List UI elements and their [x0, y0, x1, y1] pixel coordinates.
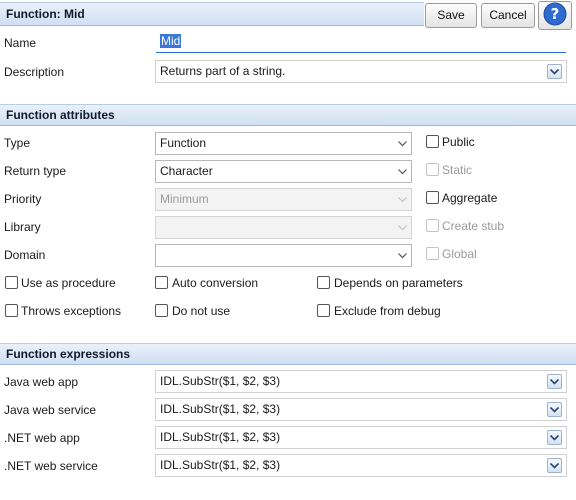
expression-label-net-web-service: .NET web service [4, 459, 98, 473]
domain-select[interactable] [155, 244, 412, 267]
function-expressions-header: Function expressions [0, 343, 576, 365]
priority-label: Priority [4, 192, 42, 206]
chevron-down-icon [396, 161, 408, 182]
function-expressions-title: Function expressions [6, 347, 131, 361]
save-button[interactable]: Save [425, 3, 477, 28]
throws-exceptions-checkbox[interactable] [5, 304, 18, 317]
chevron-down-icon [396, 133, 408, 154]
static-label: Static [442, 163, 473, 177]
expression-label-java-web-service: Java web service [4, 403, 97, 417]
global-label: Global [442, 247, 477, 261]
do-not-use-checkbox[interactable] [155, 304, 168, 317]
expression-value: IDL.SubStr($1, $2, $3) [160, 374, 281, 388]
global-checkbox[interactable] [426, 247, 439, 260]
help-icon: ? [543, 2, 567, 29]
priority-select[interactable]: Minimum [155, 188, 412, 211]
library-select[interactable] [155, 216, 412, 239]
return-type-select[interactable]: Character [155, 160, 412, 183]
expression-select-java-web-service[interactable]: IDL.SubStr($1, $2, $3) [155, 398, 567, 421]
page-title: Function: Mid [6, 7, 85, 21]
do-not-use-label: Do not use [172, 304, 231, 318]
depends-on-parameters-checkbox[interactable] [317, 276, 330, 289]
type-select[interactable]: Function [155, 132, 412, 155]
return-type-label: Return type [4, 164, 67, 178]
chevron-down-icon[interactable] [547, 458, 562, 473]
library-label: Library [4, 220, 41, 234]
static-checkbox[interactable] [426, 163, 439, 176]
cancel-button[interactable]: Cancel [481, 3, 535, 28]
expression-label-java-web-app: Java web app [4, 375, 79, 389]
title-bar: Function: Mid [0, 2, 424, 26]
expression-select-net-web-service[interactable]: IDL.SubStr($1, $2, $3) [155, 454, 567, 477]
description-label: Description [4, 65, 65, 79]
chevron-down-icon[interactable] [547, 374, 562, 389]
name-field[interactable]: Mid [156, 31, 566, 53]
expression-value: IDL.SubStr($1, $2, $3) [160, 402, 281, 416]
function-attributes-header: Function attributes [0, 104, 576, 126]
use-as-procedure-checkbox[interactable] [5, 276, 18, 289]
depends-on-parameters-label: Depends on parameters [334, 276, 463, 290]
chevron-down-icon[interactable] [547, 402, 562, 417]
use-as-procedure-label: Use as procedure [21, 276, 116, 290]
domain-label: Domain [4, 248, 46, 262]
expression-value: IDL.SubStr($1, $2, $3) [160, 430, 281, 444]
type-value: Function [160, 136, 207, 150]
chevron-down-icon [396, 245, 408, 266]
chevron-down-icon [396, 189, 408, 210]
svg-text:?: ? [551, 5, 560, 23]
chevron-down-icon [396, 217, 408, 238]
description-value: Returns part of a string. [160, 64, 286, 78]
name-label: Name [4, 36, 37, 50]
auto-conversion-checkbox[interactable] [155, 276, 168, 289]
exclude-from-debug-label: Exclude from debug [334, 304, 441, 318]
exclude-from-debug-checkbox[interactable] [317, 304, 330, 317]
description-select[interactable]: Returns part of a string. [155, 60, 567, 83]
chevron-down-icon[interactable] [547, 430, 562, 445]
chevron-down-icon[interactable] [547, 64, 562, 79]
type-label: Type [4, 136, 31, 150]
expression-select-net-web-app[interactable]: IDL.SubStr($1, $2, $3) [155, 426, 567, 449]
function-attributes-title: Function attributes [6, 108, 115, 122]
expression-select-java-web-app[interactable]: IDL.SubStr($1, $2, $3) [155, 370, 567, 393]
public-checkbox[interactable] [426, 135, 439, 148]
auto-conversion-label: Auto conversion [172, 276, 259, 290]
create-stub-label: Create stub [442, 219, 505, 233]
public-label: Public [442, 135, 475, 149]
expression-label-net-web-app: .NET web app [4, 431, 80, 445]
aggregate-label: Aggregate [442, 191, 498, 205]
expression-value: IDL.SubStr($1, $2, $3) [160, 458, 281, 472]
throws-exceptions-label: Throws exceptions [21, 304, 122, 318]
priority-value: Minimum [160, 192, 209, 206]
aggregate-checkbox[interactable] [426, 191, 439, 204]
name-field-value: Mid [160, 34, 182, 48]
return-type-value: Character [160, 164, 213, 178]
create-stub-checkbox[interactable] [426, 219, 439, 232]
help-button[interactable]: ? [538, 1, 572, 30]
